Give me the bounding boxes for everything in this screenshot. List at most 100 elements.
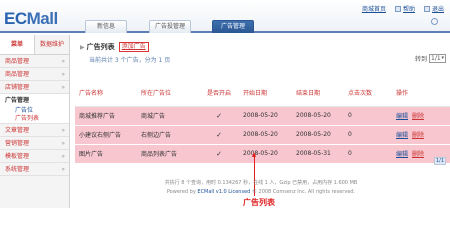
sidebar-item-label: 文章管理 <box>5 127 30 134</box>
col-header-clicks[interactable]: 点击次数 <box>344 80 392 107</box>
home-link-label: 商城首页 <box>361 6 386 13</box>
ecmall-logo[interactable]: ECMall <box>4 9 58 29</box>
sidebar-item-marketing[interactable]: 营销管理 » <box>0 137 69 150</box>
tab-ad-position[interactable]: 广告投管理 <box>149 20 191 33</box>
footer-stats: 共执行 8 个查询，用时 0.134267 秒，在线 1 人，Gzip 已禁用，… <box>164 180 358 186</box>
edit-link[interactable]: 编辑 <box>396 113 408 120</box>
footer: 共执行 8 个查询，用时 0.134267 秒，在线 1 人，Gzip 已禁用，… <box>72 179 450 197</box>
chevron-right-icon: » <box>61 84 65 91</box>
edit-link[interactable]: 编辑 <box>396 151 408 158</box>
search-icon[interactable] <box>431 18 438 25</box>
sidebar-tab-menu[interactable]: 菜单 <box>0 35 35 54</box>
page-select[interactable]: 1/1 ▾ <box>429 54 446 63</box>
logout-icon <box>423 5 430 12</box>
sidebar-tab-data[interactable]: 数据维护 <box>35 35 69 54</box>
sidebar-sub-ad-list[interactable]: 广告列表 <box>5 115 69 123</box>
check-icon[interactable]: ✓ <box>199 106 239 126</box>
sidebar-item-ads[interactable]: 广告管理 广告位 广告列表 <box>0 94 69 124</box>
tab-ad-manage[interactable]: 广告管理 <box>212 20 254 33</box>
check-icon[interactable]: ✓ <box>199 144 239 164</box>
breadcrumb: ▶ 广告列表 添加广告 <box>80 42 149 52</box>
table-header-row: 广告名称 所在广告位 是否开启 开始日期 结束日期 点击次数 操作 <box>75 80 450 107</box>
chevron-right-icon: » <box>61 71 65 78</box>
cell-name: 小建议右侧广告 <box>75 125 137 145</box>
chevron-right-icon: » <box>61 166 65 173</box>
top-links: 商城首页 帮助 退出 <box>362 4 444 13</box>
cell-position: 商品列表广告 <box>137 144 199 164</box>
app-window: ECMall 新信息 广告投管理 广告管理 商城首页 帮助 退出 菜单 数据维护… <box>0 0 450 208</box>
page-title: 广告列表 <box>86 43 115 51</box>
sidebar-item-stores[interactable]: 店铺管理 » <box>0 81 69 94</box>
sidebar-item-system[interactable]: 系统管理 » <box>0 163 69 176</box>
cell-clicks: 0 <box>344 106 392 126</box>
cell-clicks: 0 <box>344 144 392 164</box>
delete-link[interactable]: 删除 <box>412 113 424 120</box>
cell-clicks: 0 <box>344 125 392 145</box>
pager-bottom[interactable]: 1/1 <box>434 157 446 165</box>
help-link[interactable]: 帮助 <box>394 4 415 13</box>
sidebar-item-label: 商品管理 <box>5 58 30 65</box>
cell-start: 2008-05-20 <box>239 106 292 126</box>
sidebar-item-goods[interactable]: 商品管理 » <box>0 55 69 68</box>
page-select-value: 1/1 <box>431 55 441 62</box>
footer-suffix: © 2008 Comsenz Inc. All rights reserved. <box>250 189 356 195</box>
sidebar-item-label: 商品管理 <box>5 71 30 78</box>
pager-label: 转到 <box>414 56 427 63</box>
annotation-label: 广告列表 <box>243 198 275 207</box>
logout-link[interactable]: 退出 <box>423 4 444 13</box>
cell-end: 2008-05-31 <box>292 144 344 164</box>
sidebar-sub-ad-position[interactable]: 广告位 <box>5 107 69 115</box>
check-icon[interactable]: ✓ <box>199 125 239 145</box>
table-row: 图片广告 商品列表广告 ✓ 2008-05-20 2008-05-31 0 编辑… <box>75 144 450 164</box>
logo-prefix: EC <box>4 9 27 28</box>
logo-suffix: Mall <box>26 9 59 28</box>
sidebar-tabs: 菜单 数据维护 <box>0 35 69 55</box>
sidebar-item-templates[interactable]: 模板管理 » <box>0 150 69 163</box>
edit-link[interactable]: 编辑 <box>396 132 408 139</box>
cell-start: 2008-05-20 <box>239 144 292 164</box>
col-header-position[interactable]: 所在广告位 <box>137 80 199 107</box>
sidebar-item-articles[interactable]: 文章管理 » <box>0 124 69 137</box>
cell-end: 2008-05-20 <box>292 106 344 126</box>
logout-link-label: 退出 <box>431 6 444 13</box>
add-ad-link[interactable]: 添加广告 <box>118 42 149 52</box>
tab-new-info[interactable]: 新信息 <box>85 20 127 33</box>
cell-ops: 编辑 删除 <box>392 125 450 145</box>
table-row: 商城推荐广告 商城广告 ✓ 2008-05-20 2008-05-20 0 编辑… <box>75 106 450 126</box>
cell-name: 商城推荐广告 <box>75 106 137 126</box>
pager-top: 转到 1/1 ▾ <box>415 54 446 63</box>
chevron-down-icon: ▾ <box>441 55 444 61</box>
col-header-start[interactable]: 开始日期 <box>239 80 292 107</box>
table-row: 小建议右侧广告 右侧边广告 ✓ 2008-05-20 2008-05-20 0 … <box>75 125 450 145</box>
sidebar-item-goods-2[interactable]: 商品管理 » <box>0 68 69 81</box>
chevron-right-icon: » <box>61 153 65 160</box>
list-summary: 当前共计 3 个广告，分为 1 页 <box>89 57 171 64</box>
home-link[interactable]: 商城首页 <box>362 4 386 13</box>
cell-position: 右侧边广告 <box>137 125 199 145</box>
ad-table: 广告名称 所在广告位 是否开启 开始日期 结束日期 点击次数 操作 商城推荐广告… <box>75 80 450 164</box>
footer-prefix: Powered by <box>166 189 198 195</box>
delete-link[interactable]: 删除 <box>412 151 424 158</box>
top-header: ECMall 新信息 广告投管理 广告管理 商城首页 帮助 退出 <box>0 0 450 33</box>
delete-link[interactable]: 删除 <box>412 132 424 139</box>
footer-copyright: Powered by ECMall v1.0 Licensed © 2008 C… <box>72 188 450 197</box>
help-icon <box>394 5 401 12</box>
help-link-label: 帮助 <box>402 6 415 13</box>
col-header-enabled[interactable]: 是否开启 <box>199 80 239 107</box>
sidebar-item-label: 店铺管理 <box>5 84 30 91</box>
sidebar-item-label: 系统管理 <box>5 166 30 173</box>
cell-start: 2008-05-20 <box>239 125 292 145</box>
sidebar: 菜单 数据维护 商品管理» 商品管理» 店铺管理» 广告管理 广告位 广告列表 … <box>0 35 70 208</box>
cell-position: 商城广告 <box>137 106 199 126</box>
ecmall-license-link[interactable]: ECMall v1.0 Licensed <box>197 189 250 195</box>
cell-name: 图片广告 <box>75 144 137 164</box>
col-header-end[interactable]: 结束日期 <box>292 80 344 107</box>
chevron-right-icon: » <box>61 140 65 147</box>
main-content: ▶ 广告列表 添加广告 当前共计 3 个广告，分为 1 页 转到 1/1 ▾ 广告… <box>72 36 450 208</box>
chevron-right-icon: » <box>61 127 65 134</box>
cell-ops: 编辑 删除 <box>392 106 450 126</box>
cell-end: 2008-05-20 <box>292 125 344 145</box>
col-header-ops: 操作 <box>392 80 450 107</box>
chevron-right-icon: » <box>61 58 65 65</box>
col-header-name[interactable]: 广告名称 <box>75 80 137 107</box>
